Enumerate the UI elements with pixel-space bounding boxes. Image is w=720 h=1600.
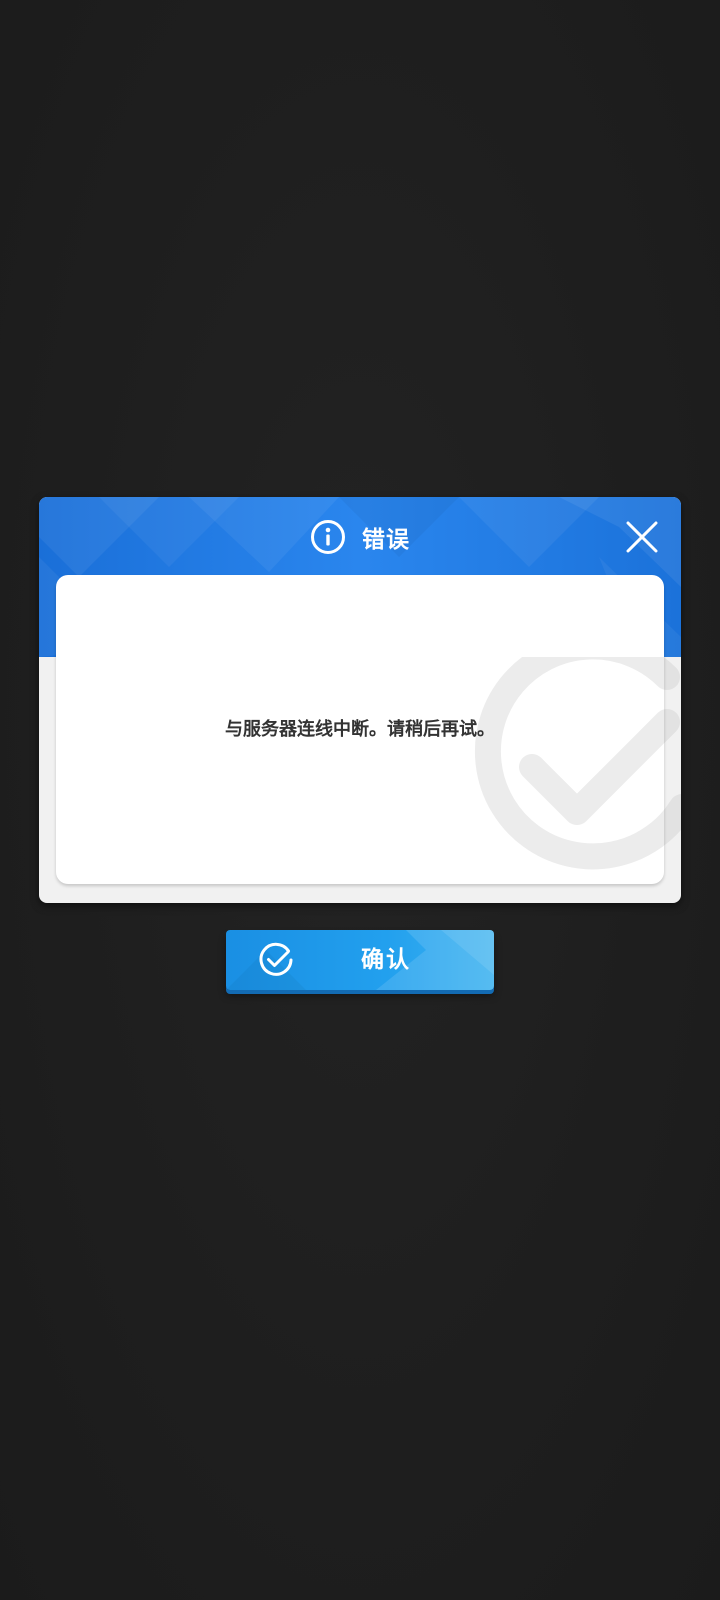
check-circle-watermark-icon — [474, 657, 664, 870]
confirm-button[interactable]: 确认 — [226, 930, 494, 990]
dialog-title-bar: 错误 — [39, 517, 681, 557]
info-icon — [311, 520, 345, 554]
confirm-label: 确认 — [361, 947, 411, 973]
dialog-body: 与服务器连线中断。请稍后再试。 — [56, 575, 664, 884]
error-dialog: 错误 与服务器连线中断。请稍后再试。 — [39, 497, 681, 903]
dialog-message: 与服务器连线中断。请稍后再试。 — [225, 719, 495, 740]
close-button[interactable] — [620, 515, 664, 559]
check-circle-icon — [259, 942, 293, 976]
close-icon — [626, 521, 658, 553]
dialog-title: 错误 — [362, 527, 410, 553]
